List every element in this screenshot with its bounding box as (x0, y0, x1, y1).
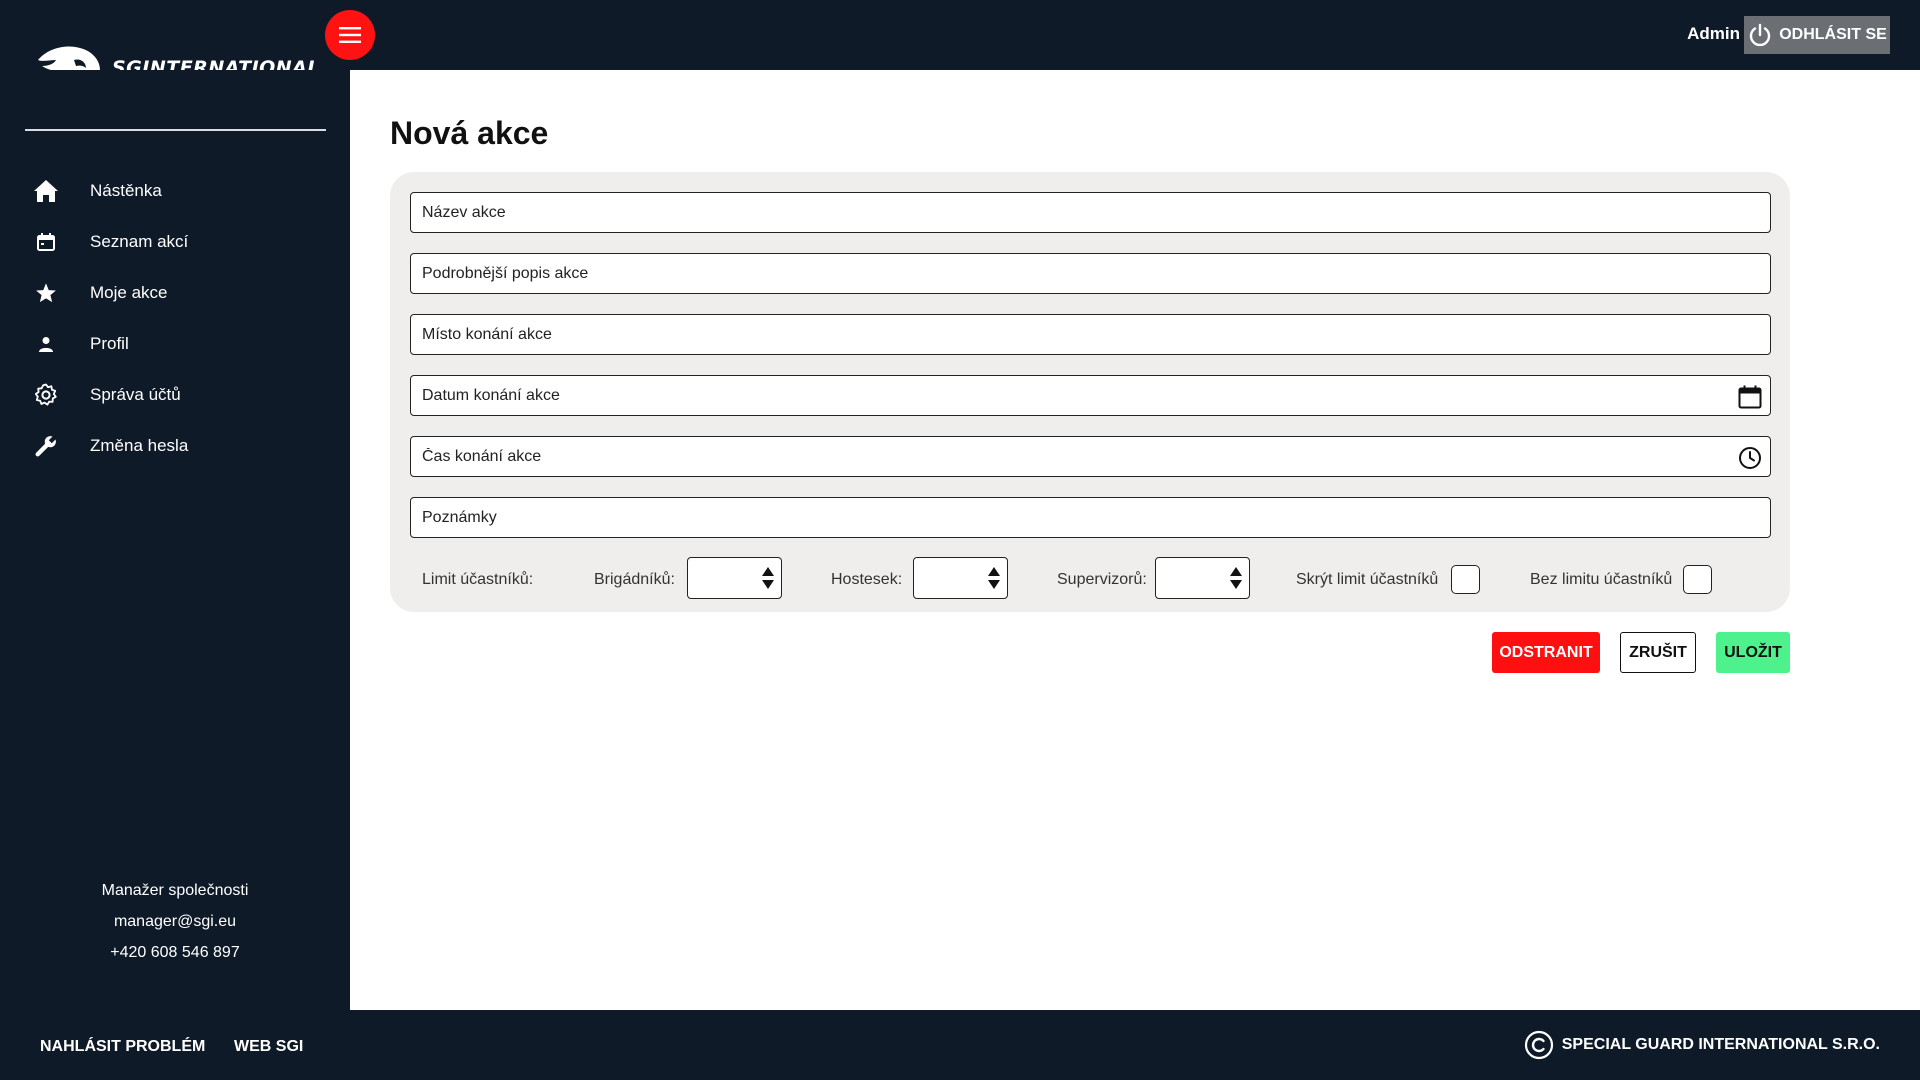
brigadnici-stepper[interactable] (687, 557, 782, 599)
spinner-arrows-icon[interactable] (761, 566, 775, 590)
sidebar-item-label: Moje akce (90, 282, 168, 302)
clock-icon[interactable] (1738, 446, 1762, 470)
main-content: Nová akce Název akce Podrobnější popis a… (350, 70, 1920, 1010)
supervizori-stepper[interactable] (1155, 557, 1250, 599)
hamburger-menu-button[interactable] (325, 10, 375, 60)
page-title: Nová akce (390, 115, 549, 151)
logout-button[interactable]: ODHLÁSIT SE (1744, 16, 1890, 54)
sidebar-item-zmena-hesla[interactable]: Změna hesla (0, 420, 350, 471)
event-description-field[interactable] (410, 253, 1771, 294)
event-location-field[interactable] (410, 314, 1771, 355)
sidebar-item-label: Seznam akcí (90, 231, 189, 251)
brigadnici-input[interactable] (688, 558, 758, 598)
supervizori-input[interactable] (1156, 558, 1226, 598)
manager-title: Manažer společnosti (101, 882, 249, 899)
hostesky-label: Hostesek: (831, 571, 903, 588)
spinner-arrows-icon[interactable] (987, 566, 1001, 590)
event-date-input[interactable] (411, 376, 1770, 415)
wrench-icon (32, 432, 60, 460)
event-form-panel: Limit účastníků: Brigádníků: Hostesek: S… (390, 172, 1790, 612)
sidebar-item-label: Změna hesla (90, 435, 189, 455)
event-name-field[interactable] (410, 192, 1771, 233)
event-date-field[interactable] (410, 375, 1771, 416)
web-sgi-link[interactable]: WEB SGI (234, 1038, 303, 1056)
sidebar-item-seznam-akci[interactable]: Seznam akcí (0, 216, 350, 267)
copyright-icon (1524, 1030, 1553, 1060)
spinner-arrows-icon[interactable] (1229, 566, 1243, 590)
no-limit-checkbox[interactable] (1683, 565, 1712, 594)
hide-limit-checkbox[interactable] (1451, 565, 1480, 594)
logout-label: ODHLÁSIT SE (1779, 26, 1887, 43)
sidebar-item-profil[interactable]: Profil (0, 318, 350, 369)
footer: NAHLÁSIT PROBLÉM WEB SGI SPECIAL GUARD I… (0, 1010, 1920, 1080)
sidebar-nav: Nástěnka Seznam akcí Moje akce Profil Sp… (0, 165, 350, 471)
event-notes-field[interactable] (410, 497, 1771, 538)
limit-label: Limit účastníků: (422, 571, 534, 588)
sidebar-item-label: Správa účtů (90, 384, 181, 404)
manager-contact: Manažer společnosti manager@sgi.eu +420 … (0, 875, 350, 968)
copyright-text: SPECIAL GUARD INTERNATIONAL S.R.O. (1561, 1036, 1880, 1053)
star-icon (32, 279, 60, 307)
gear-icon (32, 381, 60, 409)
sidebar-item-moje-akce[interactable]: Moje akce (0, 267, 350, 318)
sidebar-item-sprava-uctu[interactable]: Správa účtů (0, 369, 350, 420)
copyright-notice: SPECIAL GUARD INTERNATIONAL S.R.O. (1524, 1026, 1880, 1064)
sidebar-item-label: Profil (90, 333, 129, 353)
calendar-icon[interactable] (1738, 385, 1762, 409)
top-bar: SGINTERNATIONAL Admin ODHLÁSIT SE (0, 0, 1920, 91)
event-time-input[interactable] (411, 437, 1770, 476)
sidebar: Nástěnka Seznam akcí Moje akce Profil Sp… (0, 70, 350, 1010)
hide-limit-label: Skrýt limit účastníků (1296, 571, 1439, 588)
hamburger-menu-icon (339, 27, 361, 43)
brigadnici-label: Brigádníků: (594, 571, 675, 588)
current-user-name: Admin (1687, 24, 1740, 43)
sidebar-divider (25, 129, 326, 131)
event-description-input[interactable] (411, 254, 1770, 293)
event-time-field[interactable] (410, 436, 1771, 477)
power-icon (1750, 23, 1771, 47)
event-name-input[interactable] (411, 193, 1770, 232)
sidebar-item-label: Nástěnka (90, 180, 162, 200)
report-problem-link[interactable]: NAHLÁSIT PROBLÉM (40, 1038, 205, 1056)
manager-email: manager@sgi.eu (113, 913, 237, 930)
user-icon (32, 330, 60, 358)
cancel-button[interactable]: ZRUŠIT (1620, 632, 1696, 673)
participant-limits-row: Limit účastníků: Brigádníků: Hostesek: S… (390, 557, 1790, 601)
hostesky-stepper[interactable] (913, 557, 1008, 599)
event-location-input[interactable] (411, 315, 1770, 354)
calendar-icon (32, 228, 60, 256)
delete-button[interactable]: ODSTRANIT (1492, 632, 1600, 673)
supervizori-label: Supervizorů: (1057, 571, 1147, 588)
no-limit-label: Bez limitu účastníků (1530, 571, 1673, 588)
save-button[interactable]: ULOŽIT (1716, 632, 1790, 673)
event-notes-input[interactable] (411, 498, 1770, 537)
sidebar-item-nastenka[interactable]: Nástěnka (0, 165, 350, 216)
hostesky-input[interactable] (914, 558, 984, 598)
home-icon (32, 177, 60, 205)
manager-phone: +420 608 546 897 (110, 944, 240, 961)
